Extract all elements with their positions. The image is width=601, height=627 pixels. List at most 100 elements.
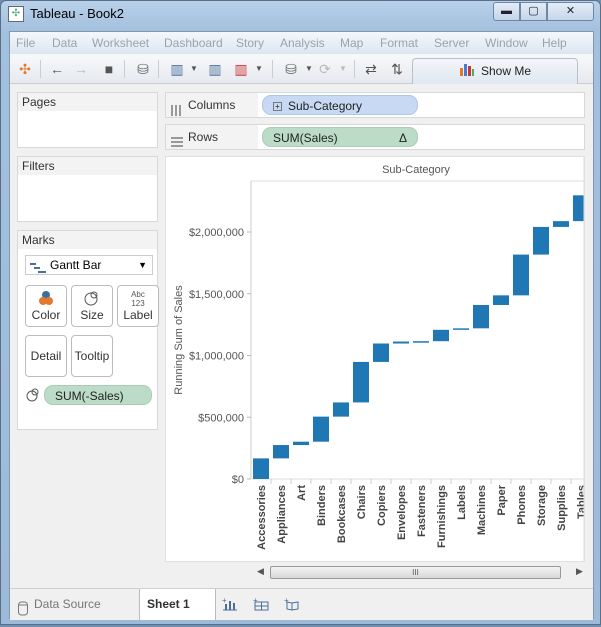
x-tick-label: Copiers: [376, 485, 388, 526]
pause-updates-icon[interactable]: ⛁: [282, 60, 300, 78]
new-story-icon[interactable]: +: [284, 596, 300, 613]
mark-type-dropdown[interactable]: Gantt Bar ▼: [25, 255, 153, 275]
menu-dashboard[interactable]: Dashboard: [164, 36, 223, 50]
columns-shelf-label: Columns: [166, 93, 258, 117]
dropdown-arrow-icon[interactable]: ▼: [334, 60, 352, 78]
scroll-left-arrow-icon[interactable]: ◀: [257, 566, 264, 577]
columns-icon: [171, 100, 183, 116]
dropdown-arrow-icon[interactable]: ▼: [250, 60, 268, 78]
chart-header-sub-category: Sub-Category: [382, 164, 450, 176]
tooltip-card-button[interactable]: Tooltip: [71, 335, 113, 377]
dropdown-arrow-icon[interactable]: ▼: [185, 60, 203, 78]
new-worksheet-icon[interactable]: ▥: [168, 60, 186, 78]
y-tick-label: $500,000: [198, 412, 244, 424]
sort-icon[interactable]: ⇅: [388, 60, 406, 78]
filters-panel[interactable]: Filters: [17, 156, 158, 222]
tooltip-card-label: Tooltip: [74, 349, 110, 363]
y-axis-title: Running Sum of Sales: [173, 285, 185, 395]
menu-help[interactable]: Help: [542, 36, 567, 50]
detail-card-button[interactable]: Detail: [25, 335, 67, 377]
menu-server[interactable]: Server: [434, 36, 469, 50]
redo-icon[interactable]: →: [72, 60, 90, 78]
size-icon: [26, 388, 40, 407]
gantt-bar-binders[interactable]: [313, 416, 329, 442]
tableau-logo-icon[interactable]: ✣: [16, 60, 34, 78]
gantt-bar-supplies[interactable]: [553, 221, 569, 227]
rows-shelf-label: Rows: [166, 125, 258, 149]
menu-story[interactable]: Story: [236, 36, 264, 50]
svg-text:+: +: [253, 597, 258, 605]
show-me-button[interactable]: Show Me: [412, 58, 578, 84]
color-card-button[interactable]: Color: [25, 285, 67, 327]
gantt-bar-tables[interactable]: [573, 195, 585, 222]
x-tick-label: Art: [296, 485, 308, 501]
gantt-bar-fasteners[interactable]: [413, 341, 429, 343]
clear-sheet-icon[interactable]: ▥: [232, 60, 250, 78]
rows-shelf[interactable]: Rows SUM(Sales) Δ: [165, 124, 585, 150]
pages-panel[interactable]: Pages: [17, 92, 158, 148]
size-icon: [72, 286, 112, 308]
gantt-bar-storage[interactable]: [533, 226, 549, 255]
sheet-tabs-bar: Data Source Sheet 1 + + +: [10, 588, 593, 620]
sub-category-pill[interactable]: + Sub-Category: [262, 95, 418, 115]
menu-file[interactable]: File: [16, 36, 35, 50]
size-card-button[interactable]: Size: [71, 285, 113, 327]
refresh-icon[interactable]: ⟳: [316, 60, 334, 78]
scroll-thumb[interactable]: III: [270, 566, 561, 579]
horizontal-scrollbar[interactable]: ◀ III ▶: [255, 564, 585, 580]
duplicate-sheet-icon[interactable]: ▥: [206, 60, 224, 78]
swap-rows-columns-icon[interactable]: ⇄: [362, 60, 380, 78]
menu-format[interactable]: Format: [380, 36, 418, 50]
label-icon: Abc 123: [131, 290, 145, 308]
title-bar: ✣ Tableau - Book2 ▬ ▢ ✕: [1, 1, 600, 29]
toolbar-separator: [272, 60, 273, 78]
expand-plus-icon[interactable]: +: [273, 102, 282, 112]
x-tick-label: Supplies: [556, 485, 568, 531]
gantt-bar-envelopes[interactable]: [393, 341, 409, 344]
menu-worksheet[interactable]: Worksheet: [92, 36, 149, 50]
menu-bar: File Data Worksheet Dashboard Story Analysis M…: [10, 32, 593, 54]
data-source-label: Data Source: [34, 597, 101, 611]
scroll-right-arrow-icon[interactable]: ▶: [576, 566, 583, 577]
rows-pill-label: SUM(Sales): [273, 131, 338, 145]
columns-shelf[interactable]: Columns + Sub-Category: [165, 92, 585, 118]
save-icon[interactable]: ■: [100, 60, 118, 78]
gantt-bar-bookcases[interactable]: [333, 402, 349, 417]
size-card-label: Size: [80, 308, 104, 322]
gantt-bar-paper[interactable]: [493, 295, 509, 305]
menu-analysis[interactable]: Analysis: [280, 36, 325, 50]
close-button[interactable]: ✕: [547, 2, 594, 21]
columns-label-text: Columns: [188, 98, 236, 112]
visualization-area[interactable]: Sub-Category Running Sum of Sales $0 $500,0…: [165, 156, 585, 562]
sheet-1-tab[interactable]: Sheet 1: [140, 589, 216, 620]
gantt-bar-chairs[interactable]: [353, 361, 369, 403]
label-card-button[interactable]: Abc 123 Label: [117, 285, 159, 327]
maximize-button[interactable]: ▢: [520, 2, 547, 21]
gantt-bar-appliances[interactable]: [273, 445, 289, 459]
gantt-bar-furnishings[interactable]: [433, 329, 449, 342]
size-field-pill[interactable]: SUM(-Sales): [44, 385, 152, 405]
undo-icon[interactable]: ←: [48, 60, 66, 78]
gantt-bar-art[interactable]: [293, 441, 309, 446]
new-data-source-icon[interactable]: ⛁: [134, 60, 152, 78]
gantt-bar-copiers[interactable]: [373, 343, 389, 362]
y-tick-label: $1,000,000: [189, 351, 244, 363]
sum-sales-pill[interactable]: SUM(Sales) Δ: [262, 127, 418, 147]
menu-map[interactable]: Map: [340, 36, 363, 50]
data-source-tab[interactable]: Data Source: [10, 589, 140, 620]
tableau-app-icon: ✣: [8, 6, 24, 22]
gantt-bar-phones[interactable]: [513, 254, 529, 296]
database-icon: [18, 597, 28, 627]
new-dashboard-icon[interactable]: +: [253, 596, 269, 613]
y-tick-label: $1,500,000: [189, 289, 244, 301]
menu-data[interactable]: Data: [52, 36, 77, 50]
chevron-down-icon: ▼: [138, 260, 147, 270]
new-worksheet-icon[interactable]: +: [222, 596, 238, 613]
gantt-bar-accessories[interactable]: [253, 458, 269, 479]
minimize-button[interactable]: ▬: [493, 2, 520, 21]
menu-window[interactable]: Window: [485, 36, 528, 50]
gantt-bar-machines[interactable]: [473, 304, 489, 329]
gantt-chart[interactable]: Sub-Category Running Sum of Sales $0 $500,0…: [166, 157, 585, 562]
gantt-bar-labels[interactable]: [453, 328, 469, 330]
x-tick-label: Furnishings: [436, 485, 448, 548]
